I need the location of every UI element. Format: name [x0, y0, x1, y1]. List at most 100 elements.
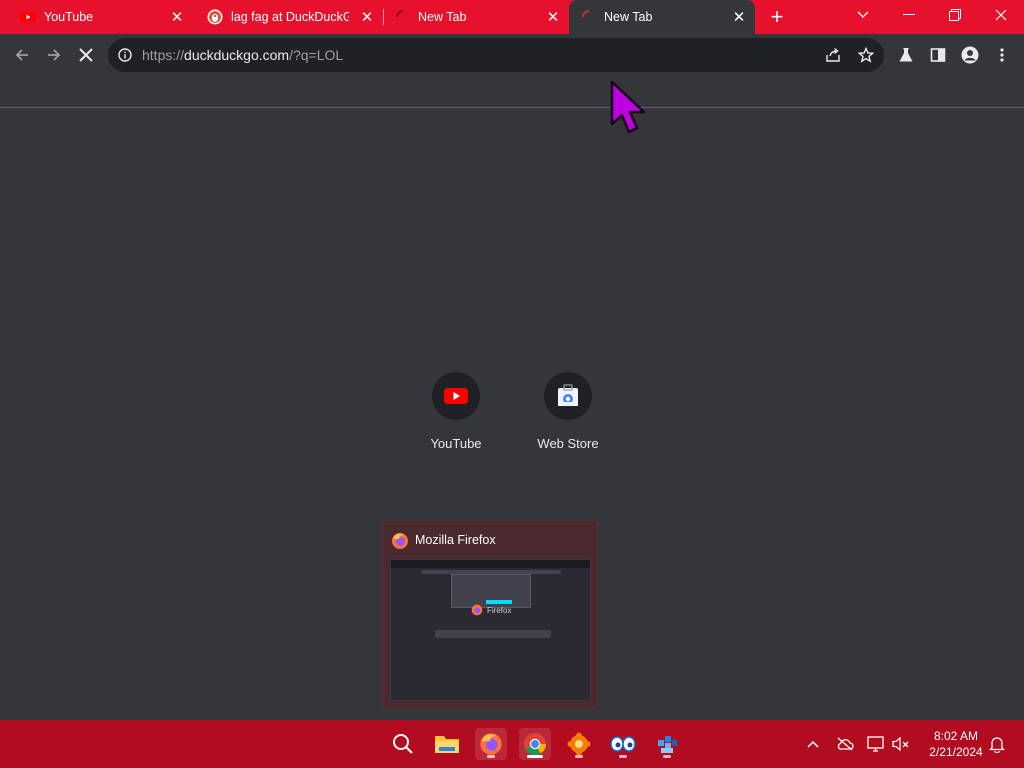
- web-store-icon: [558, 384, 578, 406]
- minimize-icon: [903, 14, 915, 15]
- chevron-down-icon: [857, 11, 869, 18]
- browser-toolbar: https://duckduckgo.com/?q=LOL: [0, 34, 1024, 76]
- taskbar-app-blocks[interactable]: [651, 728, 683, 760]
- thumb-tabbar: [391, 560, 590, 568]
- loading-spinner-icon: [582, 10, 590, 18]
- profile-icon: [961, 46, 979, 64]
- shortcut-label: Web Store: [537, 436, 599, 451]
- duckduckgo-icon: [207, 9, 223, 25]
- youtube-icon: [444, 388, 468, 404]
- menu-button[interactable]: [990, 43, 1014, 67]
- firefox-icon: [392, 533, 408, 549]
- bell-icon: [989, 737, 1005, 753]
- taskbar-chrome[interactable]: [519, 728, 551, 760]
- url-host: duckduckgo.com: [184, 47, 290, 63]
- blocks-icon: [658, 736, 677, 753]
- taskbar-search-button[interactable]: [387, 728, 419, 760]
- shortcut-tile: [544, 372, 592, 420]
- running-indicator: [487, 755, 495, 758]
- forward-arrow-icon: [48, 49, 61, 61]
- thumb-search-box: [435, 630, 551, 638]
- info-icon[interactable]: [118, 48, 132, 62]
- show-hidden-icons-button[interactable]: [803, 734, 823, 754]
- tab-new-tab-active[interactable]: New Tab ✕: [569, 0, 755, 34]
- display-tray-button[interactable]: [866, 734, 886, 754]
- taskbar-app-eyes[interactable]: [607, 728, 639, 760]
- address-bar[interactable]: https://duckduckgo.com/?q=LOL: [108, 38, 884, 72]
- forward-button[interactable]: [42, 43, 66, 67]
- thumb-dialog: [451, 574, 531, 608]
- tab-new-tab-1[interactable]: New Tab ✕: [383, 0, 569, 34]
- monitor-icon: [867, 736, 884, 752]
- tab-search-button[interactable]: [840, 0, 886, 30]
- chevron-up-icon: [807, 740, 819, 748]
- new-tab-button[interactable]: +: [766, 6, 788, 28]
- eyes-icon: [610, 736, 636, 752]
- tab-duckduckgo[interactable]: lag fag at DuckDuckGo ✕: [193, 0, 384, 34]
- clock-date: 2/21/2024: [929, 745, 983, 759]
- preview-title: Mozilla Firefox: [415, 533, 496, 547]
- preview-thumbnail: Firefox: [390, 559, 591, 701]
- url-scheme: https://: [142, 47, 185, 63]
- taskbar-file-explorer[interactable]: [431, 728, 463, 760]
- taskbar-app-orange[interactable]: [563, 728, 595, 760]
- running-indicator: [619, 755, 627, 758]
- bookmark-star-icon[interactable]: [858, 47, 874, 63]
- youtube-icon: [20, 12, 36, 22]
- taskbar-firefox[interactable]: [475, 728, 507, 760]
- labs-button[interactable]: [894, 43, 918, 67]
- shortcut-web-store[interactable]: Web Store: [512, 370, 624, 466]
- tab-title: New Tab: [604, 10, 653, 24]
- taskbar-window-preview[interactable]: Mozilla Firefox Firefox: [382, 520, 598, 708]
- share-icon[interactable]: [825, 47, 841, 63]
- restore-button[interactable]: [932, 0, 978, 30]
- folder-icon: [435, 736, 459, 753]
- close-tab-icon[interactable]: ✕: [169, 9, 185, 26]
- tab-youtube[interactable]: YouTube ✕: [0, 0, 193, 34]
- tab-title: lag fag at DuckDuckGo: [231, 10, 349, 24]
- loading-spinner-icon: [396, 10, 404, 18]
- tab-title: New Tab: [418, 10, 467, 24]
- notifications-button[interactable]: [987, 734, 1007, 754]
- firefox-icon: [471, 604, 483, 616]
- onedrive-tray-button[interactable]: [835, 734, 855, 754]
- thumb-dialog-button: [486, 600, 512, 604]
- tab-title: YouTube: [44, 10, 94, 24]
- system-clock[interactable]: 8:02 AM 2/21/2024: [918, 728, 994, 760]
- close-icon: [79, 48, 93, 62]
- flask-icon: [899, 48, 913, 62]
- cloud-off-icon: [837, 737, 854, 751]
- running-indicator: [527, 755, 543, 758]
- side-panel-icon: [930, 48, 946, 62]
- close-tab-icon[interactable]: ✕: [359, 9, 375, 26]
- running-indicator: [575, 755, 583, 758]
- volume-tray-button[interactable]: [891, 734, 911, 754]
- minimize-button[interactable]: [886, 0, 932, 30]
- mouse-cursor-icon: [610, 80, 646, 134]
- shortcut-label: YouTube: [430, 436, 482, 451]
- more-vertical-icon: [1000, 48, 1004, 62]
- chrome-icon: [524, 733, 546, 755]
- running-indicator: [663, 755, 671, 758]
- restore-icon: [949, 9, 961, 21]
- back-arrow-icon: [15, 49, 28, 61]
- back-button[interactable]: [10, 43, 34, 67]
- gear-flower-icon: [567, 732, 591, 756]
- volume-muted-icon: [892, 736, 909, 752]
- thumb-firefox-wordmark: Firefox: [487, 606, 512, 615]
- clock-time: 8:02 AM: [933, 729, 979, 743]
- side-panel-button[interactable]: [926, 43, 950, 67]
- shortcut-youtube[interactable]: YouTube: [400, 370, 512, 466]
- profile-button[interactable]: [958, 43, 982, 67]
- close-tab-icon[interactable]: ✕: [731, 9, 747, 26]
- tab-strip: YouTube ✕ lag fag at DuckDuckGo ✕ New Ta…: [0, 0, 1024, 34]
- stop-loading-button[interactable]: [74, 43, 98, 67]
- url-path: /?q=LOL: [289, 47, 344, 63]
- close-window-button[interactable]: [978, 0, 1024, 30]
- shortcut-tile: [432, 372, 480, 420]
- toolbar-divider-area: [0, 76, 1024, 108]
- close-tab-icon[interactable]: ✕: [545, 9, 561, 26]
- close-icon: [995, 9, 1007, 21]
- firefox-icon: [480, 733, 502, 755]
- search-icon: [393, 734, 413, 754]
